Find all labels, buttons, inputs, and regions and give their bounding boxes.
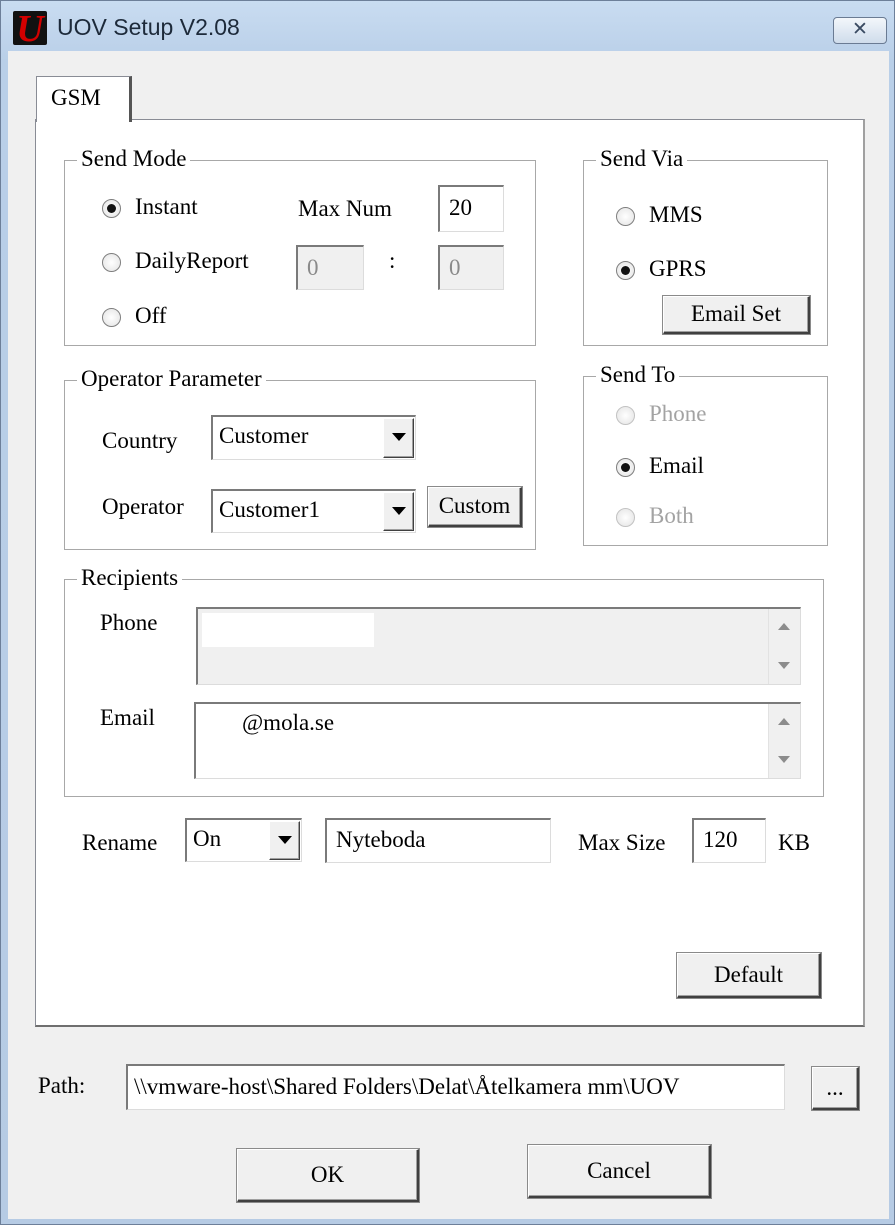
default-button[interactable]: Default xyxy=(677,953,821,998)
country-select[interactable]: Customer xyxy=(211,415,416,460)
scroll-up-icon[interactable] xyxy=(769,704,800,738)
browse-button[interactable]: ... xyxy=(812,1067,859,1110)
send-mode-group: Send Mode Instant DailyReport Off Max Nu… xyxy=(64,144,536,346)
operator-parameter-group: Operator Parameter Country Customer Oper… xyxy=(64,364,536,550)
operator-select[interactable]: Customer1 xyxy=(211,489,416,533)
dropdown-arrow-icon[interactable] xyxy=(383,418,414,458)
phone-scrollbar[interactable] xyxy=(768,609,800,684)
path-input[interactable]: \\vmware-host\Shared Folders\Delat\Åtelk… xyxy=(126,1064,785,1110)
email-recipients-textarea[interactable]: @mola.se xyxy=(194,702,801,779)
path-label: Path: xyxy=(38,1073,86,1098)
time-separator: : xyxy=(389,248,396,273)
radio-send-to-phone[interactable] xyxy=(616,406,635,425)
max-num-label: Max Num xyxy=(298,196,392,221)
send-mode-title: Send Mode xyxy=(77,144,191,174)
operator-value: Customer1 xyxy=(219,497,320,522)
close-icon: ✕ xyxy=(852,18,868,40)
radio-instant-label: Instant xyxy=(135,194,198,219)
radio-send-to-both[interactable] xyxy=(616,508,635,527)
max-num-input[interactable]: 20 xyxy=(438,185,504,232)
send-via-group: Send Via MMS GPRS Email Set xyxy=(583,144,828,346)
operator-parameter-title: Operator Parameter xyxy=(77,364,266,394)
radio-mms-label: MMS xyxy=(649,202,703,227)
country-value: Customer xyxy=(219,423,309,448)
close-button[interactable]: ✕ xyxy=(833,17,887,44)
rename-value: On xyxy=(193,826,222,851)
dropdown-arrow-icon[interactable] xyxy=(383,492,414,531)
radio-off[interactable] xyxy=(102,308,121,327)
radio-dailyreport-label: DailyReport xyxy=(135,248,249,273)
country-label: Country xyxy=(102,428,178,453)
email-value: @mola.se xyxy=(242,710,335,735)
radio-send-to-email[interactable] xyxy=(616,458,635,477)
title-bar[interactable]: U UOV Setup V2.08 ✕ xyxy=(1,1,894,51)
phone-recipients-textarea[interactable] xyxy=(196,607,801,685)
daily-minute-input[interactable]: 0 xyxy=(438,245,504,290)
radio-send-to-both-label: Both xyxy=(649,503,694,528)
ok-button[interactable]: OK xyxy=(237,1149,419,1202)
rename-text-input[interactable]: Nyteboda xyxy=(325,818,551,863)
daily-hour-input[interactable]: 0 xyxy=(296,245,364,290)
window-title: UOV Setup V2.08 xyxy=(57,14,240,40)
phone-value xyxy=(202,613,374,647)
scroll-down-icon[interactable] xyxy=(769,744,800,778)
radio-mms[interactable] xyxy=(616,207,635,226)
scroll-up-icon[interactable] xyxy=(769,609,800,643)
max-size-input[interactable]: 120 xyxy=(692,818,766,863)
email-set-button[interactable]: Email Set xyxy=(663,296,810,334)
max-size-unit: KB xyxy=(778,830,810,855)
cancel-button[interactable]: Cancel xyxy=(528,1145,711,1198)
recipients-title: Recipients xyxy=(77,563,183,593)
phone-label: Phone xyxy=(100,610,158,635)
operator-label: Operator xyxy=(102,494,184,519)
radio-dailyreport[interactable] xyxy=(102,253,121,272)
radio-send-to-phone-label: Phone xyxy=(649,401,707,426)
uov-setup-window: U UOV Setup V2.08 ✕ GSM Send Mode Instan… xyxy=(0,0,895,1225)
scroll-down-icon[interactable] xyxy=(769,650,800,684)
gsm-tab-panel: Send Mode Instant DailyReport Off Max Nu… xyxy=(35,119,865,1027)
rename-label: Rename xyxy=(82,830,158,855)
rename-select[interactable]: On xyxy=(185,818,302,862)
tab-gsm[interactable]: GSM xyxy=(36,76,132,122)
custom-button[interactable]: Custom xyxy=(428,487,522,527)
radio-gprs[interactable] xyxy=(616,261,635,280)
radio-gprs-label: GPRS xyxy=(649,256,707,281)
send-via-title: Send Via xyxy=(596,144,688,174)
dropdown-arrow-icon[interactable] xyxy=(269,821,300,860)
app-logo-icon: U xyxy=(13,11,47,45)
send-to-group: Send To Phone Email Both xyxy=(583,360,828,546)
email-label: Email xyxy=(100,705,155,730)
recipients-group: Recipients Phone Email @mola.se xyxy=(64,563,824,797)
email-scrollbar[interactable] xyxy=(768,704,800,778)
radio-instant[interactable] xyxy=(102,199,121,218)
send-to-title: Send To xyxy=(596,360,680,390)
radio-off-label: Off xyxy=(135,303,167,328)
radio-send-to-email-label: Email xyxy=(649,453,704,478)
max-size-label: Max Size xyxy=(578,830,666,855)
client-area: GSM Send Mode Instant DailyReport Off Ma… xyxy=(8,51,889,1219)
